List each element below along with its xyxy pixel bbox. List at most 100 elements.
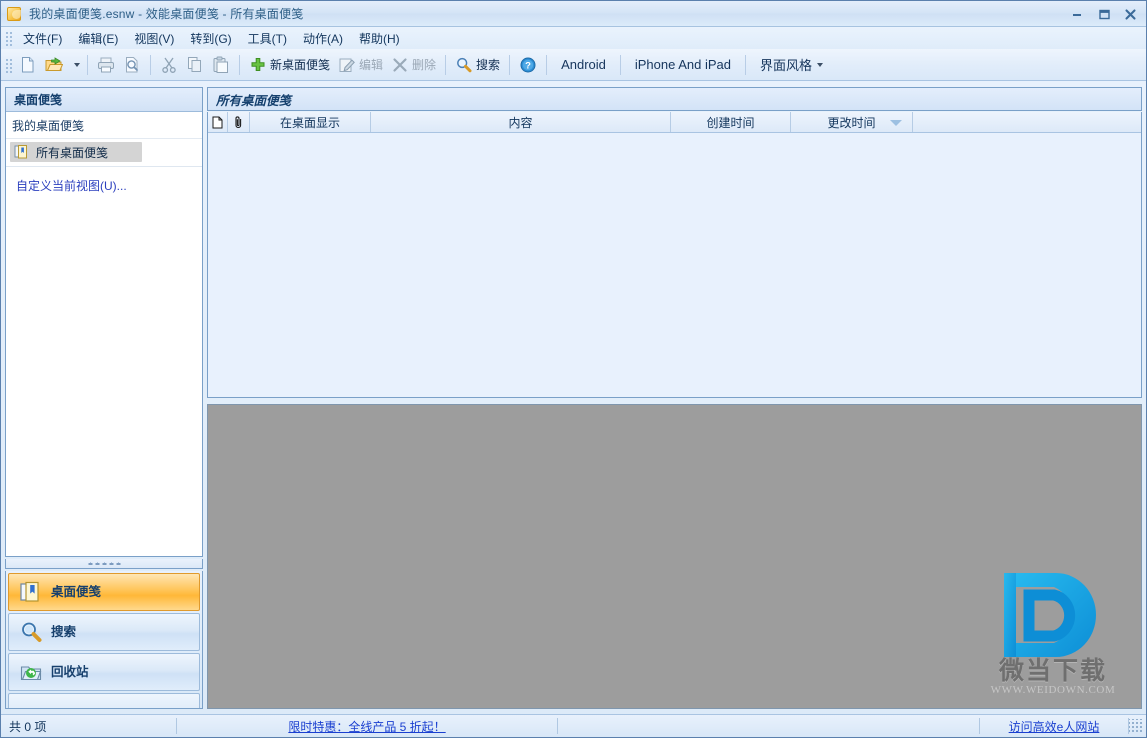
chevron-down-icon <box>817 62 824 67</box>
open-file-button[interactable] <box>41 53 67 77</box>
note-list-rows[interactable] <box>208 133 1141 397</box>
print-button[interactable] <box>93 53 119 77</box>
skin-style-button[interactable]: 界面风格 <box>751 53 832 77</box>
splitter-grip-icon <box>87 562 121 565</box>
note-preview-pane[interactable]: 微当下载 WWW.WEIDOWN.COM <box>207 404 1142 709</box>
status-bar: 共 0 项 限时特惠：全线产品 5 折起！ 访问高效e人网站 <box>1 714 1146 737</box>
delete-note-button[interactable]: 删除 <box>387 53 440 77</box>
column-header-row: 在桌面显示 内容 创建时间 更改时间 <box>208 112 1141 133</box>
promo-link[interactable]: 限时特惠：全线产品 5 折起！ <box>288 718 445 735</box>
column-header-icon[interactable] <box>208 112 228 132</box>
site-link[interactable]: 访问高效e人网站 <box>1009 718 1100 735</box>
note-stack-icon <box>19 580 43 604</box>
note-stack-icon <box>14 144 30 160</box>
recycle-bin-icon <box>19 660 43 684</box>
tree-item-all-notes[interactable]: 所有桌面便笺 <box>10 142 142 162</box>
menu-help[interactable]: 帮助(H) <box>351 28 408 49</box>
menu-file[interactable]: 文件(F) <box>15 28 70 49</box>
scissors-icon <box>160 56 178 74</box>
android-button[interactable]: Android <box>552 53 615 77</box>
column-header-created-time[interactable]: 创建时间 <box>671 112 791 132</box>
search-button[interactable]: 搜索 <box>451 53 504 77</box>
weidown-D-logo <box>1004 572 1096 657</box>
main-pane-header: 所有桌面便笺 <box>207 87 1142 111</box>
nav-pane-header: 桌面便笺 <box>6 88 202 112</box>
column-header-show-on-desktop[interactable]: 在桌面显示 <box>250 112 371 132</box>
nav-button-label: 回收站 <box>51 664 89 679</box>
app-icon <box>7 6 23 22</box>
new-note-button[interactable]: 新桌面便笺 <box>245 53 334 77</box>
application-window: 我的桌面便笺.esnw - 效能桌面便笺 - 所有桌面便笺 文件(F) 编辑(E… <box>0 0 1147 738</box>
copy-button[interactable] <box>182 53 208 77</box>
column-header-attachment[interactable] <box>228 112 250 132</box>
tree-item-label: 所有桌面便笺 <box>36 145 109 160</box>
customize-view-row: 自定义当前视图(U)... <box>6 167 202 194</box>
toolbar-separator <box>445 54 447 75</box>
toolbar-separator <box>619 54 621 75</box>
minimize-button[interactable] <box>1063 4 1090 24</box>
cross-delete-icon <box>391 56 409 74</box>
pane-splitter[interactable] <box>5 559 203 569</box>
print-preview-button[interactable] <box>119 53 145 77</box>
toolbar-separator <box>745 54 747 75</box>
toolbar-separator <box>239 54 240 75</box>
paste-button[interactable] <box>208 53 234 77</box>
chevron-down-icon <box>74 62 80 67</box>
attachment-icon <box>235 116 242 129</box>
print-preview-icon <box>123 56 141 74</box>
close-button[interactable] <box>1117 4 1144 24</box>
column-header-content[interactable]: 内容 <box>371 112 671 132</box>
watermark: 微当下载 WWW.WEIDOWN.COM <box>983 570 1123 696</box>
sidebar: 桌面便笺 我的桌面便笺 所有桌面便笺 自定义当前视图(U)... 桌面便笺 搜索… <box>5 87 203 709</box>
status-item-count: 共 0 项 <box>9 719 47 734</box>
maximize-button[interactable] <box>1090 4 1117 24</box>
svg-text:?: ? <box>525 60 531 71</box>
menu-view[interactable]: 视图(V) <box>126 28 182 49</box>
cut-button[interactable] <box>156 53 182 77</box>
help-button[interactable]: ? <box>515 53 541 77</box>
nav-group-label: 我的桌面便笺 <box>6 112 202 139</box>
sort-desc-icon <box>890 120 902 126</box>
help-question-icon: ? <box>519 56 537 74</box>
document-icon <box>212 116 223 128</box>
menu-drag-grip[interactable] <box>4 30 12 46</box>
new-note-label: 新桌面便笺 <box>270 58 331 72</box>
pencil-edit-icon <box>338 56 356 74</box>
column-header-modified-time-label: 更改时间 <box>827 115 876 130</box>
nav-button-label: 桌面便笺 <box>51 584 102 599</box>
toolbar-separator <box>150 54 151 75</box>
new-document-button[interactable] <box>15 53 41 77</box>
print-icon <box>97 56 115 74</box>
new-document-icon <box>19 56 37 74</box>
nav-button-list: 桌面便笺 搜索 回收站 <box>5 571 203 709</box>
title-bar: 我的桌面便笺.esnw - 效能桌面便笺 - 所有桌面便笺 <box>1 1 1146 27</box>
toolbar-separator <box>87 54 88 75</box>
menu-edit[interactable]: 编辑(E) <box>70 28 126 49</box>
nav-button-overflow[interactable] <box>8 693 200 708</box>
main-pane: 所有桌面便笺 在桌面显示 内容 创建时间 更改时间 微当下载 WWW.WEIDO… <box>207 87 1142 709</box>
customize-current-view-link[interactable]: 自定义当前视图(U)... <box>16 179 127 193</box>
nav-button-recycle-bin[interactable]: 回收站 <box>8 653 200 691</box>
open-folder-icon <box>45 56 64 74</box>
menu-actions[interactable]: 动作(A) <box>295 28 351 49</box>
nav-button-desktop-notes[interactable]: 桌面便笺 <box>8 573 200 611</box>
nav-button-search[interactable]: 搜索 <box>8 613 200 651</box>
folder-tree: 所有桌面便笺 <box>6 139 202 167</box>
column-header-modified-time[interactable]: 更改时间 <box>791 112 913 132</box>
status-promo: 限时特惠：全线产品 5 折起！ <box>177 718 557 735</box>
toolbar-drag-grip[interactable] <box>4 56 12 73</box>
edit-note-button[interactable]: 编辑 <box>334 53 387 77</box>
menu-tools[interactable]: 工具(T) <box>240 28 295 49</box>
iphone-ipad-button[interactable]: iPhone And iPad <box>626 53 740 77</box>
status-divider <box>557 718 558 734</box>
open-dropdown-button[interactable] <box>67 53 82 77</box>
window-controls <box>1063 3 1144 25</box>
magnifier-icon <box>19 620 43 644</box>
nav-button-label: 搜索 <box>51 624 77 639</box>
menu-goto[interactable]: 转到(G) <box>182 28 239 49</box>
note-list: 在桌面显示 内容 创建时间 更改时间 <box>207 112 1142 398</box>
watermark-name: 微当下载 <box>998 656 1107 685</box>
menu-bar: 文件(F) 编辑(E) 视图(V) 转到(G) 工具(T) 动作(A) 帮助(H… <box>1 27 1146 49</box>
magnifier-icon <box>455 56 473 74</box>
resize-grip-icon[interactable] <box>1129 719 1143 733</box>
